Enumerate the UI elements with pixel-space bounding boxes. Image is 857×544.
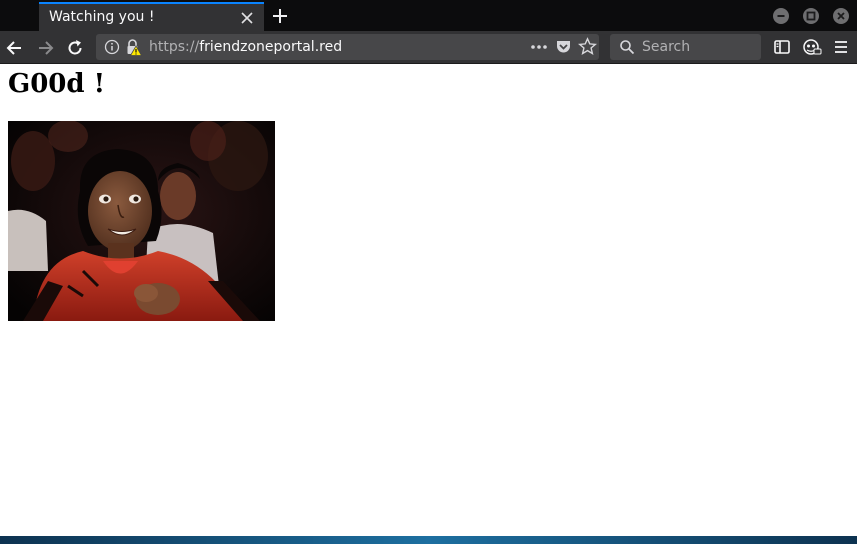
search-bar[interactable]: Search	[610, 34, 761, 60]
minimize-icon[interactable]	[773, 8, 789, 24]
nav-toolbar: https://friendzoneportal.red Search	[0, 31, 857, 64]
insecure-lock-icon[interactable]	[124, 38, 142, 56]
pocket-icon[interactable]	[555, 38, 572, 55]
tab-strip: Watching you !	[0, 0, 857, 31]
window-close-icon[interactable]	[833, 8, 849, 24]
url-host: friendzoneportal.red	[199, 39, 343, 55]
back-arrow-icon[interactable]	[5, 38, 25, 58]
taskbar-strip	[0, 536, 857, 544]
tab-title: Watching you !	[49, 9, 155, 25]
tab-active[interactable]: Watching you !	[39, 2, 264, 31]
forward-arrow-icon[interactable]	[35, 38, 55, 58]
reload-icon[interactable]	[65, 38, 85, 58]
page-heading: G00d !	[8, 69, 106, 99]
search-placeholder: Search	[642, 39, 691, 55]
plus-icon[interactable]	[271, 7, 289, 25]
page-content: G00d !	[0, 64, 857, 536]
maximize-icon[interactable]	[803, 8, 819, 24]
menu-icon[interactable]	[833, 39, 849, 55]
url-scheme: https://	[149, 39, 200, 55]
url-text[interactable]: https://friendzoneportal.red	[149, 39, 342, 55]
close-icon[interactable]	[240, 11, 254, 25]
popcorn-gif-image	[8, 121, 275, 321]
search-icon	[620, 40, 635, 55]
address-bar[interactable]: https://friendzoneportal.red	[96, 34, 599, 60]
bookmark-star-icon[interactable]	[578, 37, 597, 56]
privacy-badge-icon[interactable]	[802, 38, 822, 56]
page-actions-icon[interactable]	[530, 40, 548, 54]
info-icon[interactable]	[104, 39, 120, 55]
sidebar-icon[interactable]	[773, 38, 791, 56]
